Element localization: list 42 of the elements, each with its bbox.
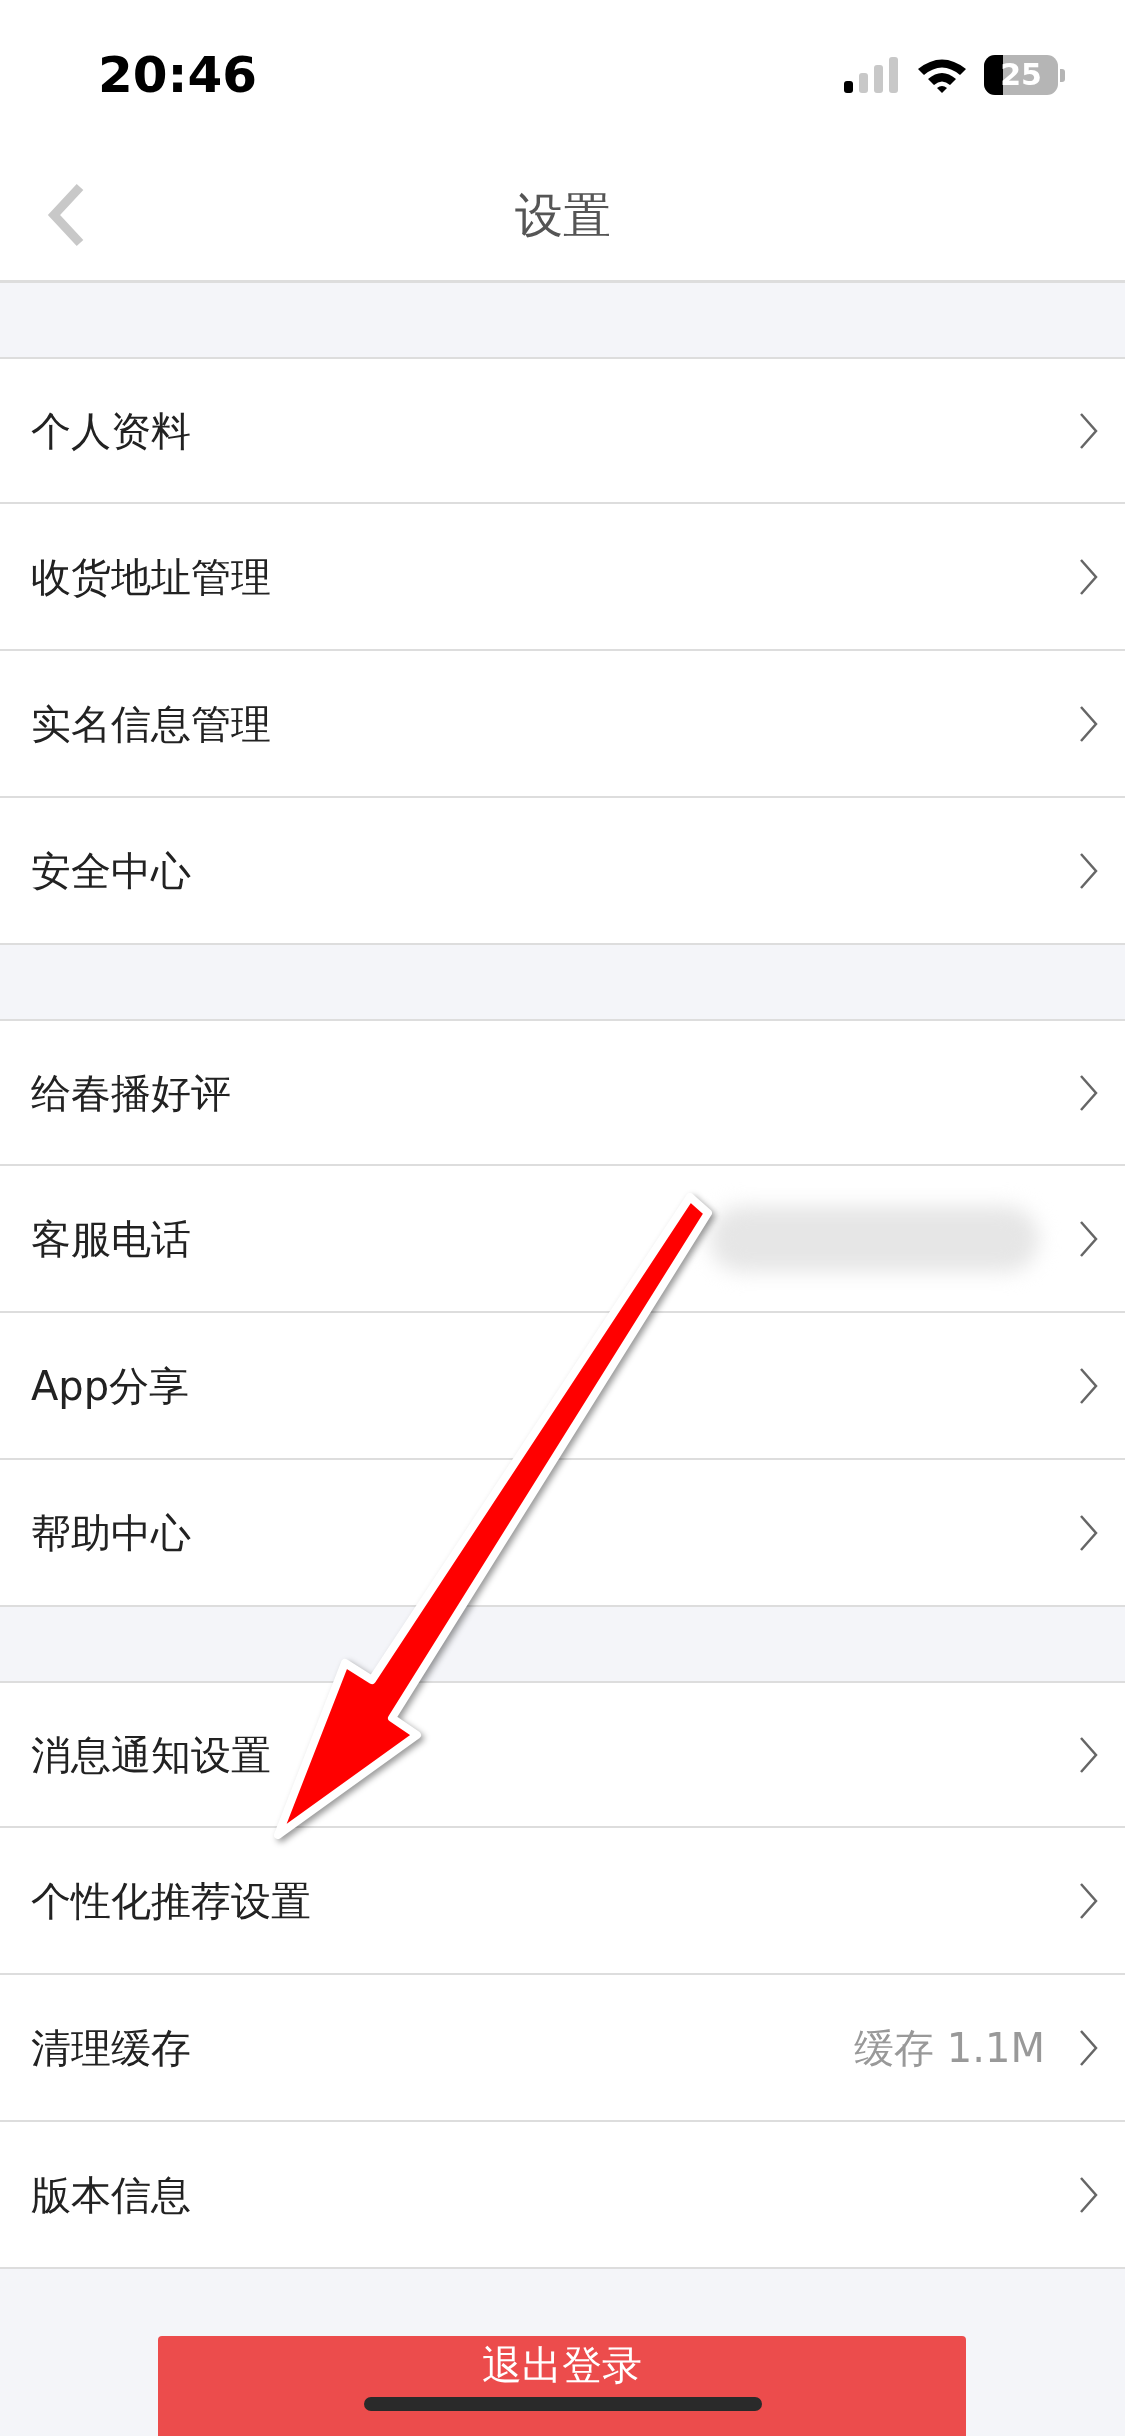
row-label: 个性化推荐设置 <box>31 1876 311 1926</box>
chevron-right-icon <box>1079 1513 1099 1552</box>
chevron-right-icon <box>1079 1073 1099 1112</box>
settings-row[interactable]: 帮助中心 <box>0 1460 1125 1607</box>
chevron-right-icon <box>1079 704 1099 743</box>
chevron-right-icon <box>1079 851 1099 890</box>
chevron-right-icon <box>1079 2175 1099 2214</box>
settings-row[interactable]: 个性化推荐设置 <box>0 1828 1125 1975</box>
row-label: 客服电话 <box>31 1214 191 1264</box>
row-label: 版本信息 <box>31 2170 191 2220</box>
settings-row[interactable]: 个人资料 <box>0 357 1125 504</box>
row-label: 个人资料 <box>31 406 191 456</box>
chevron-right-icon <box>1079 1366 1099 1405</box>
row-label: 消息通知设置 <box>31 1730 271 1780</box>
row-label: 收货地址管理 <box>31 552 271 602</box>
row-label: 清理缓存 <box>31 2023 191 2073</box>
settings-row[interactable]: 安全中心 <box>0 798 1125 945</box>
logout-button[interactable]: 退出登录 <box>158 2336 966 2436</box>
settings-row[interactable]: 客服电话 <box>0 1166 1125 1313</box>
back-icon[interactable] <box>46 183 86 247</box>
settings-row[interactable]: 消息通知设置 <box>0 1681 1125 1828</box>
row-label: 给春播好评 <box>31 1068 231 1118</box>
row-label: 实名信息管理 <box>31 699 271 749</box>
settings-row[interactable]: App分享 <box>0 1313 1125 1460</box>
chevron-right-icon <box>1079 557 1099 596</box>
row-label: App分享 <box>31 1361 190 1411</box>
chevron-right-icon <box>1079 1881 1099 1920</box>
row-label: 安全中心 <box>31 846 191 896</box>
row-value: 缓存 1.1M <box>854 2023 1045 2073</box>
chevron-right-icon <box>1079 1219 1099 1258</box>
status-time: 20:46 <box>98 44 258 106</box>
row-label: 帮助中心 <box>31 1508 191 1558</box>
settings-row[interactable]: 清理缓存 缓存 1.1M <box>0 1975 1125 2122</box>
page-title: 设置 <box>514 186 611 245</box>
settings-row[interactable]: 实名信息管理 <box>0 651 1125 798</box>
settings-row[interactable]: 版本信息 <box>0 2122 1125 2269</box>
settings-row[interactable]: 收货地址管理 <box>0 504 1125 651</box>
signal-icon <box>844 55 900 95</box>
chevron-right-icon <box>1079 1735 1099 1774</box>
settings-row[interactable]: 给春播好评 <box>0 1019 1125 1166</box>
chevron-right-icon <box>1079 2028 1099 2067</box>
chevron-right-icon <box>1079 411 1099 450</box>
